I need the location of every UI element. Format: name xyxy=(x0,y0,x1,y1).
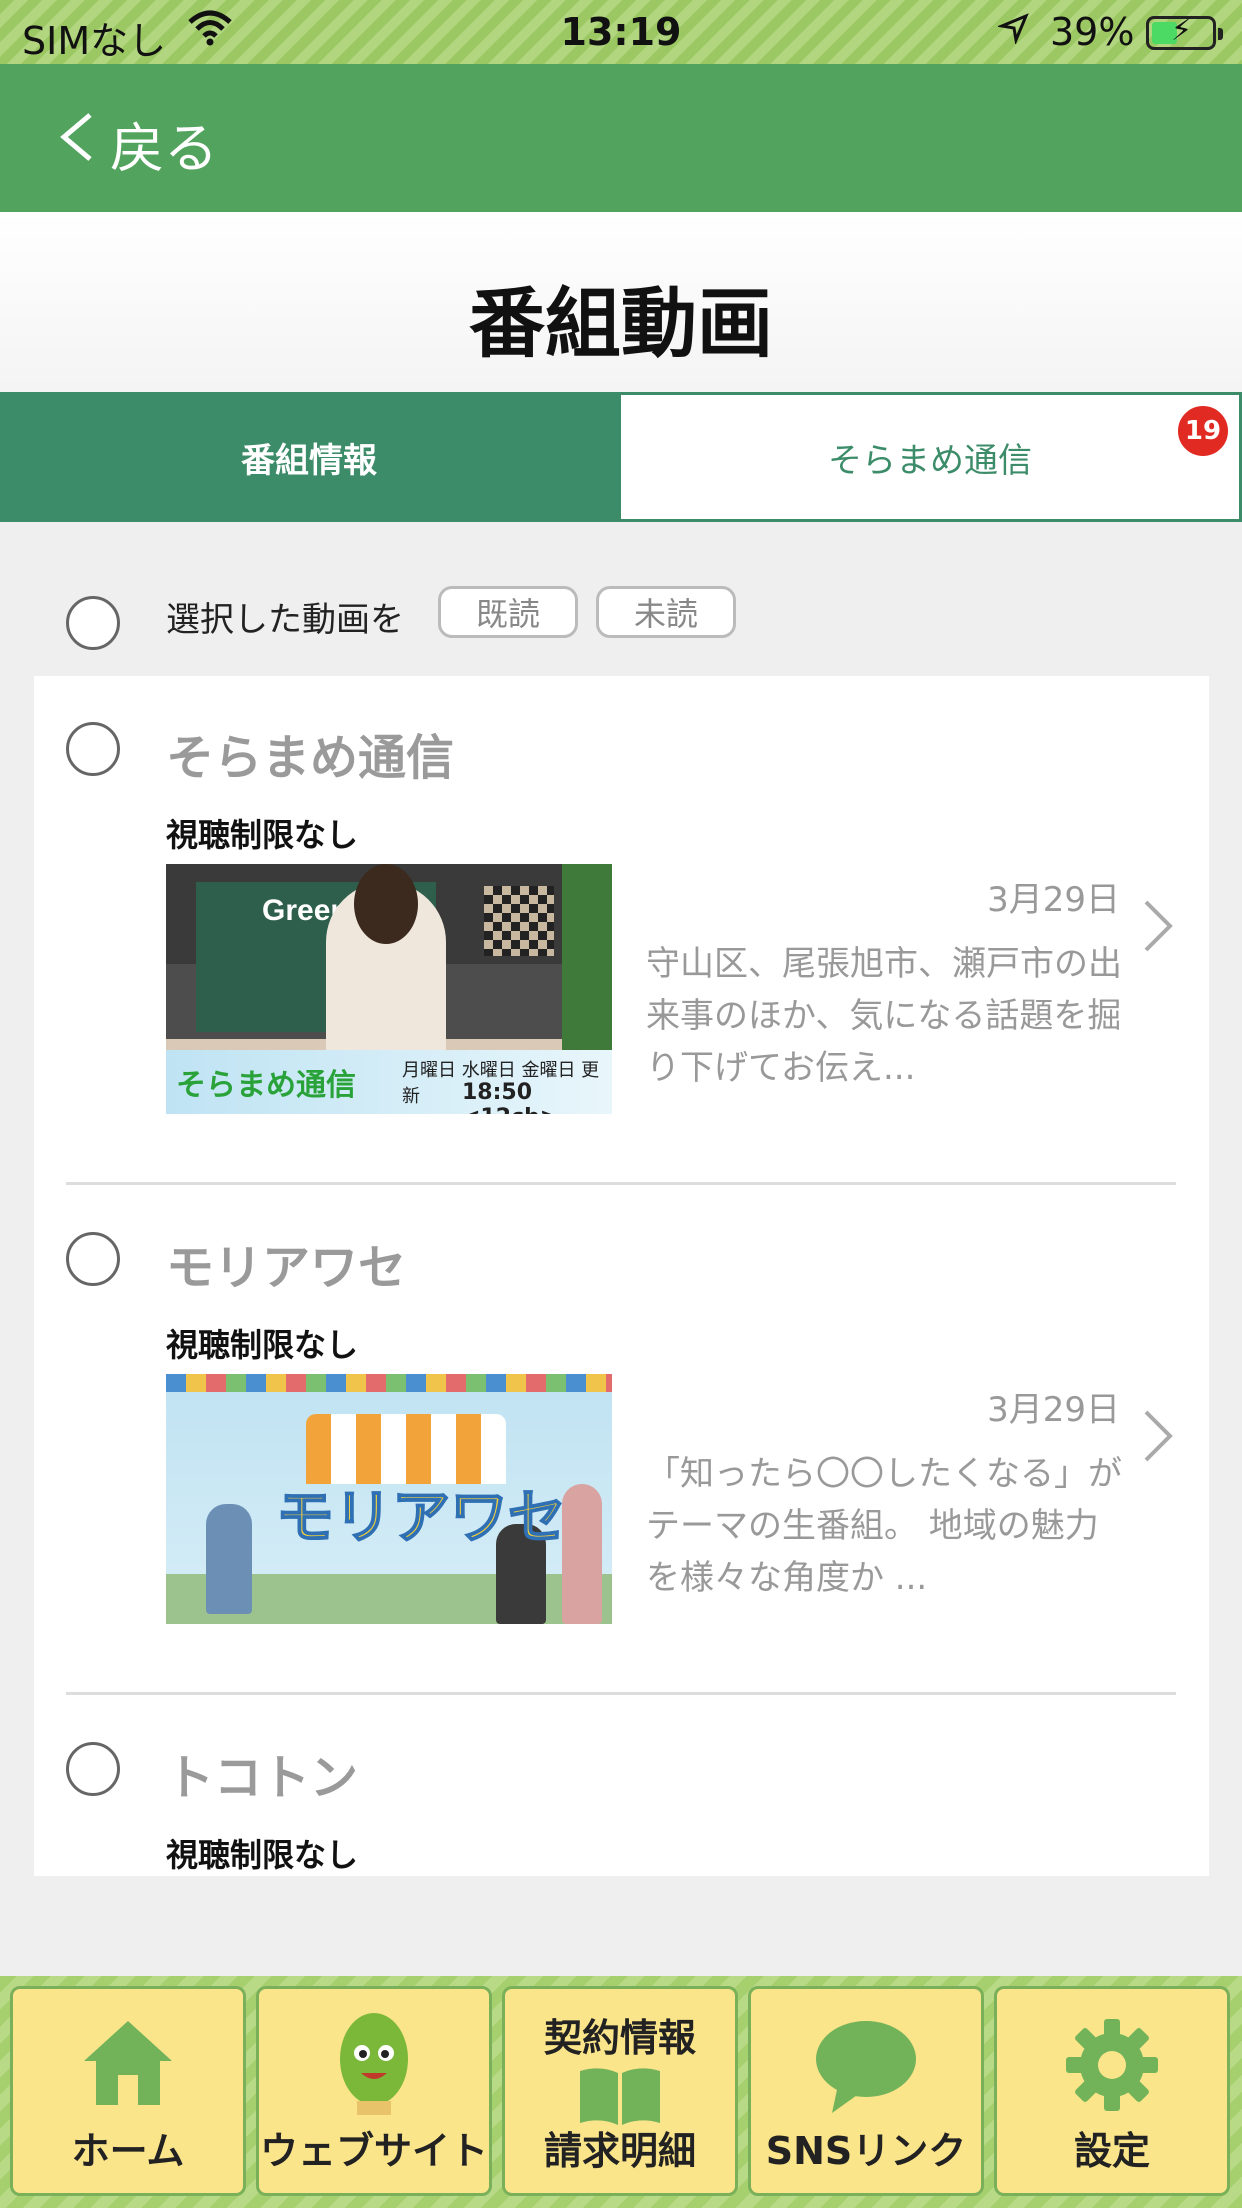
tab-label: SNSリンク xyxy=(765,2129,967,2173)
viewing-restriction: 視聴制限なし xyxy=(166,1836,359,1874)
viewing-restriction: 視聴制限なし xyxy=(166,816,359,854)
tab-contract-billing[interactable]: 契約情報 請求明細 xyxy=(502,1986,738,2196)
item-select-radio[interactable] xyxy=(66,722,120,776)
tab-label: ホーム xyxy=(71,2129,185,2173)
mark-read-button[interactable]: 既読 xyxy=(438,586,578,638)
program-thumbnail[interactable]: モリアワセ xyxy=(166,1374,612,1624)
bulk-select-row: 選択した動画を 既読 未読 xyxy=(0,560,1242,680)
thumbnail-logo: そらまめ通信 xyxy=(176,1068,356,1103)
chevron-right-icon[interactable] xyxy=(1140,896,1176,972)
chevron-left-icon xyxy=(56,111,96,177)
program-date: 3月29日 xyxy=(987,1390,1120,1430)
tab-label: そらまめ通信 xyxy=(828,440,1032,481)
charging-bolt-icon: ⚡ xyxy=(1171,13,1193,48)
status-bar: SIMなし 13:19 39% ⚡ xyxy=(0,0,1242,64)
tab-label: 設定 xyxy=(1073,2129,1150,2173)
tab-sns-links[interactable]: SNSリンク xyxy=(748,1986,984,2196)
select-all-radio[interactable] xyxy=(66,596,120,650)
back-label: 戻る xyxy=(110,117,218,180)
divider xyxy=(66,1182,1176,1185)
program-list-item[interactable]: モリアワセ 視聴制限なし モリアワセ 3月29日 「知ったら〇〇したくなる」がテ… xyxy=(34,1186,1209,1696)
divider xyxy=(66,1692,1176,1695)
program-list: そらまめ通信 視聴制限なし Green City そらまめ通信 月曜日 水曜日 … xyxy=(34,676,1209,1876)
tab-label-top: 契約情報 xyxy=(543,2016,696,2060)
home-icon xyxy=(80,2017,176,2113)
mark-unread-button[interactable]: 未読 xyxy=(596,586,736,638)
battery-percent: 39% xyxy=(1050,10,1135,54)
tab-label: 番組情報 xyxy=(241,440,377,481)
thumbnail-logo: モリアワセ xyxy=(275,1482,567,1552)
tab-label-bottom: 請求明細 xyxy=(543,2129,696,2173)
battery-icon: ⚡ xyxy=(1146,13,1223,50)
segment-tabs: 番組情報 そらまめ通信 19 xyxy=(0,392,1242,522)
bulk-select-prompt: 選択した動画を xyxy=(166,600,404,640)
item-select-radio[interactable] xyxy=(66,1742,120,1796)
program-title: トコトン xyxy=(166,1750,359,1806)
program-thumbnail[interactable]: Green City そらまめ通信 月曜日 水曜日 金曜日 更新 18:50 <… xyxy=(166,864,612,1114)
tab-soramame-tsushin[interactable]: そらまめ通信 19 xyxy=(618,392,1242,522)
program-list-item[interactable]: トコトン 視聴制限なし xyxy=(34,1696,1209,1876)
viewing-restriction: 視聴制限なし xyxy=(166,1326,359,1364)
tab-home[interactable]: ホーム xyxy=(10,1986,246,2196)
bottom-tab-bar: ホーム ウェブサイト 契約情報 請求明細 SNSリンク 設定 xyxy=(0,1976,1242,2208)
title-area: 番組動画 xyxy=(0,212,1242,392)
item-select-radio[interactable] xyxy=(66,1232,120,1286)
program-title: そらまめ通信 xyxy=(166,730,455,786)
program-description: 守山区、尾張旭市、瀬戸市の出来事のほか、気になる話題を掘り下げてお伝え... xyxy=(646,944,1122,1088)
chevron-right-icon[interactable] xyxy=(1140,1406,1176,1482)
tab-program-info[interactable]: 番組情報 xyxy=(0,392,618,522)
thumbnail-airtime: 18:50 <12ch> xyxy=(462,1080,558,1114)
program-date: 3月29日 xyxy=(987,880,1120,920)
program-description: 「知ったら〇〇したくなる」がテーマの生番組。 地域の魅力を様々な角度か ... xyxy=(646,1454,1122,1598)
gear-icon xyxy=(1064,2017,1160,2117)
tab-website[interactable]: ウェブサイト xyxy=(256,1986,492,2196)
chat-bubble-icon xyxy=(814,2019,918,2119)
tab-settings[interactable]: 設定 xyxy=(994,1986,1230,2196)
mascot-icon xyxy=(329,2009,419,2123)
program-list-item[interactable]: そらまめ通信 視聴制限なし Green City そらまめ通信 月曜日 水曜日 … xyxy=(34,676,1209,1186)
tab-label: ウェブサイト xyxy=(259,2129,488,2173)
page-title: 番組動画 xyxy=(469,279,773,368)
unread-count-badge: 19 xyxy=(1175,403,1231,459)
program-title: モリアワセ xyxy=(166,1240,407,1296)
location-arrow-icon xyxy=(996,12,1030,52)
back-button[interactable]: 戻る xyxy=(56,104,218,183)
navigation-bar: 戻る xyxy=(0,64,1242,212)
